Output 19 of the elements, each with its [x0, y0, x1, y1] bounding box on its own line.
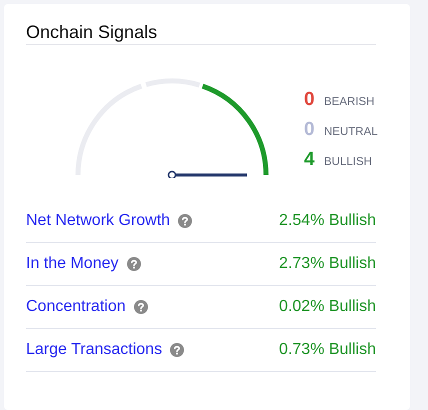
signal-value: 2.54% Bullish — [279, 212, 376, 230]
help-icon[interactable] — [170, 343, 184, 357]
signal-count: 0 — [304, 119, 316, 141]
signal-link[interactable]: Concentration — [26, 298, 126, 316]
legend-label: BULLISH — [324, 156, 372, 168]
signal-value: 0.02% Bullish — [279, 298, 376, 316]
signal-count: 0 — [304, 89, 316, 111]
help-icon[interactable] — [126, 257, 140, 271]
card-title: Onchain Signals — [26, 4, 376, 45]
signal-link[interactable]: Large Transactions — [26, 341, 162, 359]
signal-count: 4 — [304, 149, 316, 171]
legend-label: BEARISH — [324, 96, 374, 108]
signal-value: 2.73% Bullish — [279, 255, 376, 273]
signal-link[interactable]: In the Money — [26, 255, 118, 273]
signal-value: 0.73% Bullish — [279, 341, 376, 359]
signal-link[interactable]: Net Network Growth — [26, 212, 170, 230]
help-icon[interactable] — [178, 214, 192, 228]
help-icon[interactable] — [134, 300, 148, 314]
legend-label: NEUTRAL — [324, 126, 378, 138]
